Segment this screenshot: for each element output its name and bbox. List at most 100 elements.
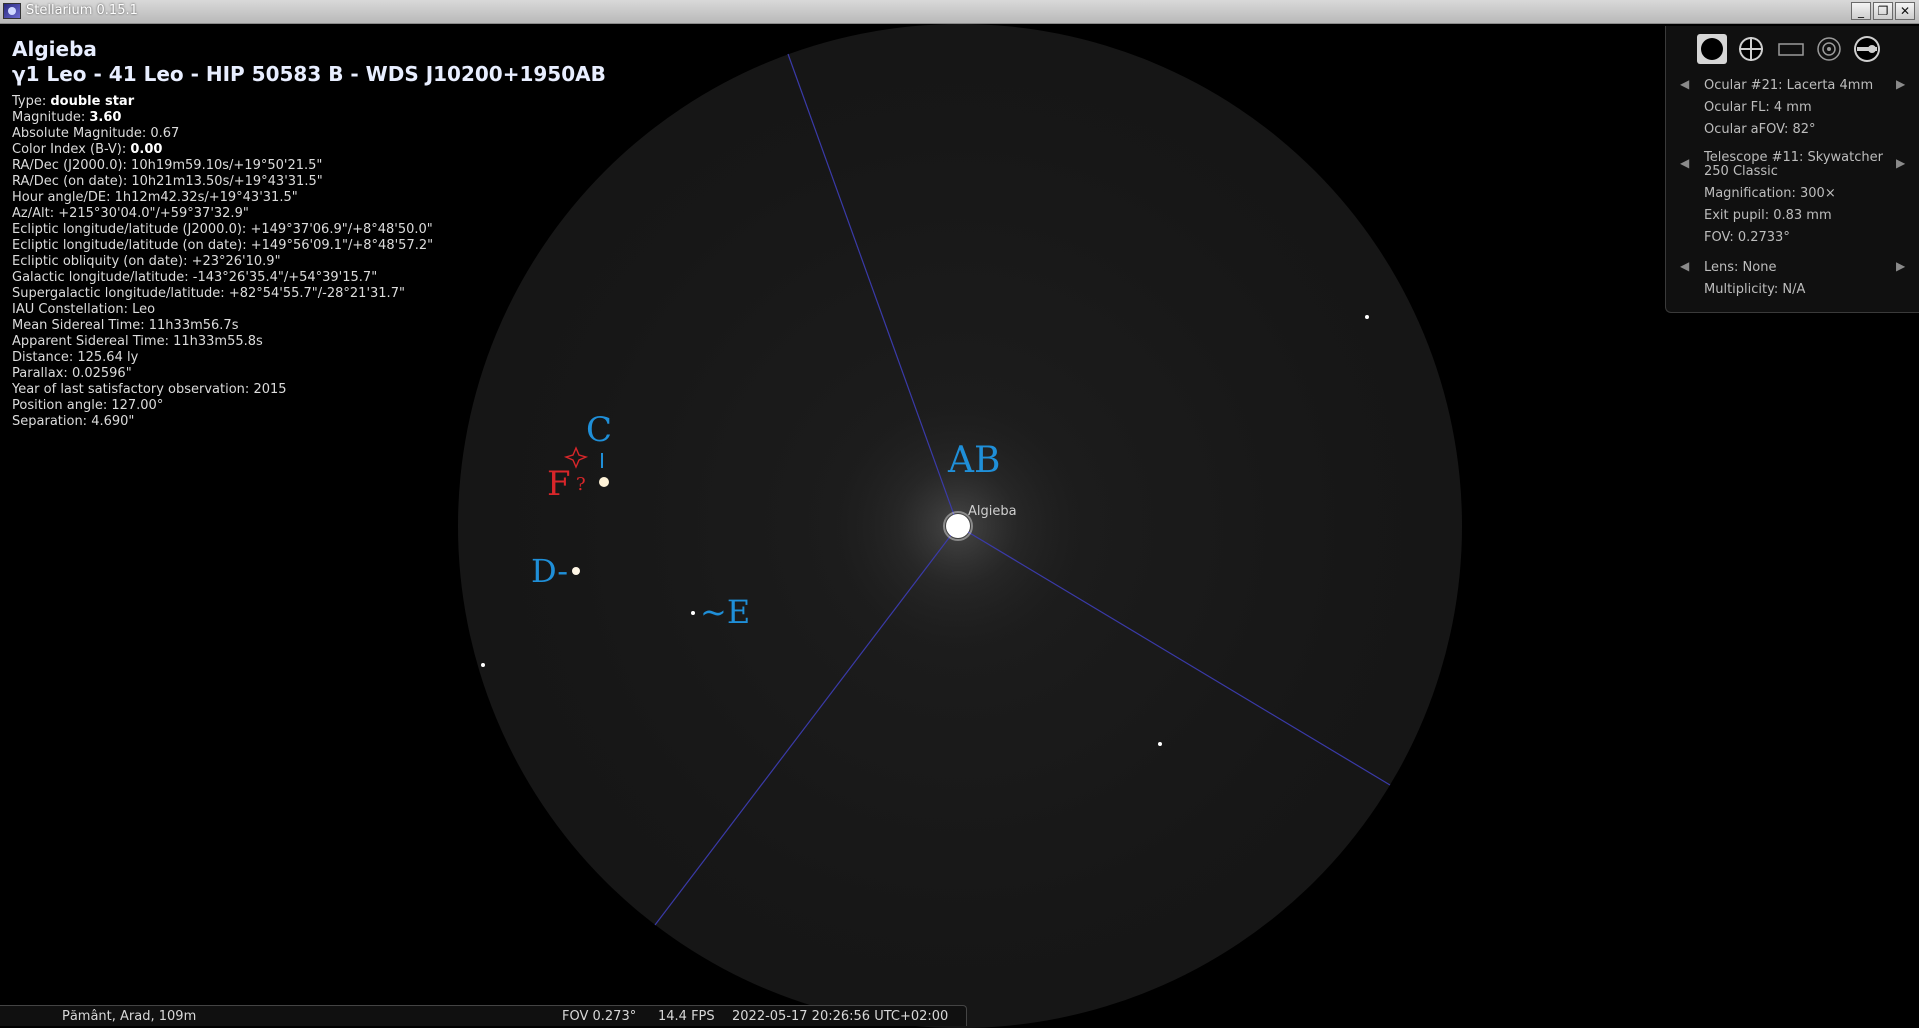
info-row-label: Type:: [12, 94, 51, 109]
status-bar: Pământ, Arad, 109m FOV 0.273° 14.4 FPS 2…: [0, 1005, 967, 1026]
info-row: Ecliptic obliquity (on date): +23°26'10.…: [12, 254, 606, 270]
lens-next-arrow-icon[interactable]: ▶: [1896, 259, 1905, 273]
info-row-label: Parallax:: [12, 366, 72, 381]
ocular-prev-arrow-icon[interactable]: ◀: [1680, 77, 1689, 91]
info-row-label: IAU Constellation:: [12, 302, 133, 317]
info-row-label: Mean Sidereal Time:: [12, 318, 149, 333]
info-row-label: Distance:: [12, 350, 78, 365]
annotation-e: ~E: [700, 593, 750, 631]
info-row-value: -143°26'35.4"/+54°39'15.7": [192, 270, 378, 285]
star-companion-c[interactable]: [599, 477, 609, 487]
status-location[interactable]: Pământ, Arad, 109m: [62, 1009, 196, 1024]
lens-prev-arrow-icon[interactable]: ◀: [1680, 259, 1689, 273]
info-row-label: RA/Dec (on date):: [12, 174, 132, 189]
info-row: Hour angle/DE: 1h12m42.32s/+19°43'31.5": [12, 190, 606, 206]
info-row-label: Apparent Sidereal Time:: [12, 334, 174, 349]
annotation-ab: AB: [947, 440, 1000, 481]
info-row: Absolute Magnitude: 0.67: [12, 126, 606, 142]
info-row-label: Year of last satisfactory observation:: [12, 382, 254, 397]
object-designations: γ1 Leo - 41 Leo - HIP 50583 B - WDS J102…: [12, 62, 606, 86]
object-info-panel: Algieba γ1 Leo - 41 Leo - HIP 50583 B - …: [12, 36, 606, 430]
star-algieba[interactable]: [946, 514, 970, 538]
info-row-label: Ecliptic obliquity (on date):: [12, 254, 192, 269]
ccd-frame-icon[interactable]: [1776, 34, 1806, 64]
telescope-exit-pupil: Exit pupil: 0.83 mm: [1704, 208, 1832, 223]
ocular-view-icon[interactable]: [1697, 34, 1727, 64]
info-row: Ecliptic longitude/latitude (J2000.0): +…: [12, 222, 606, 238]
settings-icon[interactable]: [1852, 34, 1882, 64]
info-row-label: Absolute Magnitude:: [12, 126, 151, 141]
star-label: Algieba: [968, 504, 1017, 519]
ocular-next-arrow-icon[interactable]: ▶: [1896, 77, 1905, 91]
info-row-value: 0.00: [130, 142, 163, 157]
info-row-label: Galactic longitude/latitude:: [12, 270, 193, 285]
oculars-panel: ◀ Ocular #21: Lacerta 4mm ▶ Ocular FL: 4…: [1665, 26, 1919, 313]
status-fps: 14.4 FPS: [658, 1009, 715, 1024]
info-row-value: Leo: [132, 302, 156, 317]
telescope-fov: FOV: 0.2733°: [1704, 230, 1790, 245]
info-row-label: Color Index (B-V):: [12, 142, 131, 157]
info-row-value: 2015: [253, 382, 287, 397]
info-row-label: Ecliptic longitude/latitude (on date):: [12, 238, 251, 253]
info-row: Parallax: 0.02596": [12, 366, 606, 382]
info-row: Ecliptic longitude/latitude (on date): +…: [12, 238, 606, 254]
pointer-line: [654, 525, 959, 926]
info-row-value: +23°26'10.9": [191, 254, 281, 269]
status-datetime[interactable]: 2022-05-17 20:26:56 UTC+02:00: [732, 1009, 948, 1024]
crosshair-icon[interactable]: [1736, 34, 1766, 64]
info-row-value: +215°30'04.0"/+59°37'32.9": [58, 206, 249, 221]
info-row-value: 0.67: [150, 126, 180, 141]
info-row: Magnitude: 3.60: [12, 110, 606, 126]
info-row-label: Hour angle/DE:: [12, 190, 115, 205]
info-row-label: Magnitude:: [12, 110, 90, 125]
lens-name: Lens: None: [1704, 260, 1777, 275]
info-row-value: +149°56'09.1"/+8°48'57.2": [250, 238, 434, 253]
info-row-label: RA/Dec (J2000.0):: [12, 158, 132, 173]
info-row: RA/Dec (J2000.0): 10h19m59.10s/+19°50'21…: [12, 158, 606, 174]
field-star[interactable]: [481, 663, 485, 667]
info-row-value: 11h33m56.7s: [148, 318, 239, 333]
field-star[interactable]: [1365, 315, 1369, 319]
telescope-next-arrow-icon[interactable]: ▶: [1896, 156, 1905, 170]
telescope-name: Telescope #11: Skywatcher 250 Classic: [1704, 151, 1883, 179]
star-companion-e[interactable]: [691, 611, 695, 615]
info-row-value: 10h19m59.10s/+19°50'21.5": [131, 158, 323, 173]
lens-multiplicity: Multiplicity: N/A: [1704, 282, 1806, 297]
star-companion-d[interactable]: [572, 567, 580, 575]
info-row-value: 3.60: [89, 110, 122, 125]
annotation-f-question: ?: [576, 474, 586, 495]
info-row: Distance: 125.64 ly: [12, 350, 606, 366]
info-row: Year of last satisfactory observation: 2…: [12, 382, 606, 398]
info-row: Apparent Sidereal Time: 11h33m55.8s: [12, 334, 606, 350]
info-row: Mean Sidereal Time: 11h33m56.7s: [12, 318, 606, 334]
object-name: Algieba: [12, 37, 97, 61]
telescope-magnification: Magnification: 300×: [1704, 186, 1836, 201]
telescope-name-line2: 250 Classic: [1704, 164, 1778, 179]
info-row-value: 127.00°: [111, 398, 164, 413]
ocular-fl: Ocular FL: 4 mm: [1704, 100, 1812, 115]
info-row-value: +149°37'06.9"/+8°48'50.0": [250, 222, 433, 237]
info-row: Type: double star: [12, 94, 606, 110]
info-row-value: 1h12m42.32s/+19°43'31.5": [114, 190, 298, 205]
info-row: Galactic longitude/latitude: -143°26'35.…: [12, 270, 606, 286]
info-row-label: Position angle:: [12, 398, 112, 413]
field-star[interactable]: [1158, 742, 1162, 746]
info-row: Supergalactic longitude/latitude: +82°54…: [12, 286, 606, 302]
info-row-value: 125.64 ly: [77, 350, 139, 365]
info-row-value: double star: [50, 94, 135, 109]
info-row: RA/Dec (on date): 10h21m13.50s/+19°43'31…: [12, 174, 606, 190]
ocular-name: Ocular #21: Lacerta 4mm: [1704, 78, 1874, 93]
info-row-label: Ecliptic longitude/latitude (J2000.0):: [12, 222, 251, 237]
telrad-icon[interactable]: [1814, 34, 1844, 64]
info-row-value: 0.02596": [71, 366, 132, 381]
annotation-f: F: [547, 464, 571, 504]
info-row: Position angle: 127.00°: [12, 398, 606, 414]
info-row-value: 4.690": [91, 414, 135, 429]
object-info-rows: Type: double star Magnitude: 3.60 Absolute…: [12, 94, 606, 430]
info-row-value: +82°54'55.7"/-28°21'31.7": [228, 286, 405, 301]
info-row-value: 11h33m55.8s: [173, 334, 263, 349]
info-row-label: Separation:: [12, 414, 92, 429]
annotation-d: D-: [531, 552, 568, 590]
info-row-value: 10h21m13.50s/+19°43'31.5": [131, 174, 323, 189]
telescope-prev-arrow-icon[interactable]: ◀: [1680, 156, 1689, 170]
